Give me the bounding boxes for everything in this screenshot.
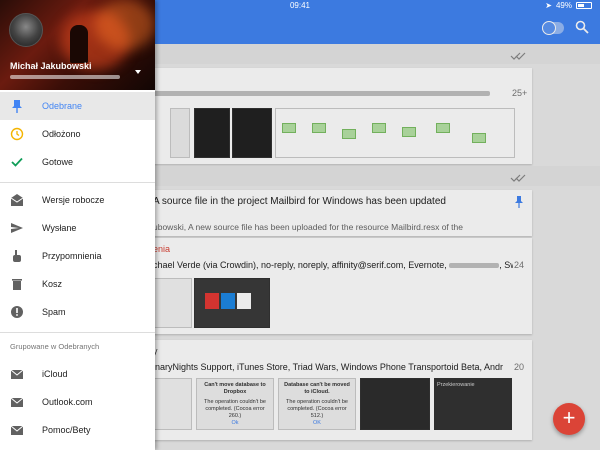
avatar[interactable]	[9, 13, 43, 47]
drawer-item-spam[interactable]: Spam	[0, 298, 155, 326]
drawer-item-done[interactable]: Gotowe	[0, 148, 155, 176]
drawer-header: Michał Jakubowski	[0, 0, 155, 90]
drawer-item-label: Odłożono	[42, 129, 81, 139]
drawer-group-header: Grupowane w Odebranych	[10, 342, 100, 351]
send-icon	[11, 223, 23, 233]
drawer-item-label: Przypomnienia	[42, 251, 102, 261]
navigation-drawer: Michał Jakubowski Odebrane Odłożono Goto…	[0, 0, 155, 450]
drawer-divider	[0, 182, 155, 183]
mail-icon	[10, 369, 24, 379]
drawer-item-snoozed[interactable]: Odłożono	[0, 120, 155, 148]
drawer-item-drafts[interactable]: Wersje robocze	[0, 186, 155, 214]
drawer-item-label: Wysłane	[42, 223, 77, 233]
drawer-group-icloud[interactable]: iCloud	[0, 360, 155, 388]
battery-icon	[576, 2, 592, 9]
clock-icon	[10, 127, 24, 141]
trash-icon	[12, 279, 22, 290]
status-bar: 09:41 ➤ 49%	[0, 0, 600, 12]
chevron-down-icon[interactable]	[135, 70, 141, 74]
reminder-hand-icon	[13, 250, 21, 262]
drawer-item-sent[interactable]: Wysłane	[0, 214, 155, 242]
account-email-redacted	[10, 75, 120, 79]
compose-fab-button[interactable]: +	[553, 403, 585, 435]
drawer-item-reminders[interactable]: Przypomnienia	[0, 242, 155, 270]
drawer-item-label: Kosz	[42, 279, 63, 289]
drawer-item-label: Gotowe	[42, 157, 74, 167]
drawer-divider	[0, 332, 155, 333]
drawer-group-outlook[interactable]: Outlook.com	[0, 388, 155, 416]
drawer-item-label: Odebrane	[42, 101, 83, 111]
spam-icon	[11, 306, 23, 318]
location-icon: ➤	[545, 1, 552, 10]
header-figure	[70, 25, 88, 63]
status-time: 09:41	[289, 1, 311, 10]
drawer-item-label: iCloud	[42, 369, 68, 379]
drafts-icon	[10, 194, 24, 206]
drawer-item-trash[interactable]: Kosz	[0, 270, 155, 298]
drawer-item-label: Pomoc/Bety	[42, 425, 91, 435]
drawer-item-label: Spam	[42, 307, 66, 317]
pin-icon	[12, 100, 22, 113]
drawer-item-label: Wersje robocze	[42, 195, 105, 205]
mail-icon	[10, 425, 24, 435]
mail-icon	[10, 397, 24, 407]
drawer-item-inbox[interactable]: Odebrane	[0, 92, 155, 120]
account-name: Michał Jakubowski	[10, 61, 92, 71]
drawer-item-label: Outlook.com	[42, 397, 93, 407]
drawer-group-help-beta[interactable]: Pomoc/Bety	[0, 416, 155, 444]
check-icon	[11, 157, 23, 167]
battery-percent: 49%	[555, 1, 572, 10]
